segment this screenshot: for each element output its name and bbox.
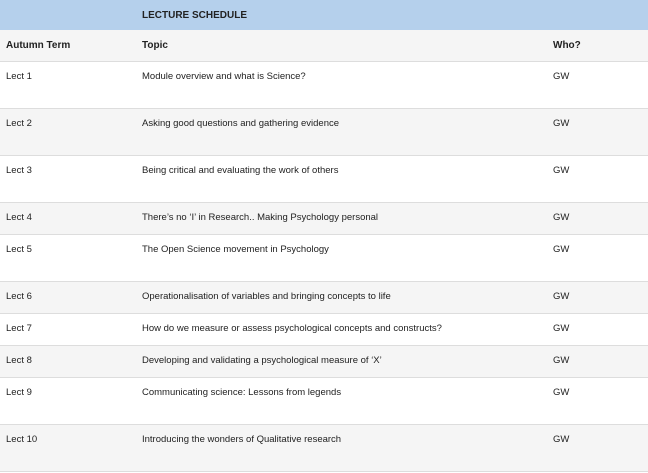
lecture-cell: Lect 1 [0, 61, 136, 109]
topic-cell: Asking good questions and gathering evid… [136, 108, 547, 156]
topic-cell: Communicating science: Lessons from lege… [136, 377, 547, 425]
who-cell: GW [547, 202, 648, 235]
lecture-cell: Lect 9 [0, 377, 136, 425]
schedule-title: LECTURE SCHEDULE [136, 0, 648, 30]
lecture-cell: Lect 2 [0, 108, 136, 156]
title-spacer [0, 0, 136, 30]
who-cell: GW [547, 108, 648, 156]
table-row: Lect 4 There’s no ‘I’ in Research.. Maki… [0, 202, 648, 235]
who-cell: GW [547, 424, 648, 472]
who-cell: GW [547, 281, 648, 314]
table-row: Lect 6 Operationalisation of variables a… [0, 281, 648, 314]
topic-cell: Operationalisation of variables and brin… [136, 281, 547, 314]
topic-cell: Module overview and what is Science? [136, 61, 547, 109]
lecture-schedule-table: LECTURE SCHEDULE Autumn Term Topic Who? … [0, 0, 648, 472]
column-header-row: Autumn Term Topic Who? [0, 30, 648, 62]
column-header-topic: Topic [136, 30, 547, 62]
who-cell: GW [547, 313, 648, 346]
schedule-title-row: LECTURE SCHEDULE [0, 0, 648, 30]
table-row: Lect 5 The Open Science movement in Psyc… [0, 234, 648, 282]
who-cell: GW [547, 61, 648, 109]
topic-cell: Developing and validating a psychologica… [136, 345, 547, 378]
table-row: Lect 7 How do we measure or assess psych… [0, 313, 648, 346]
topic-cell: There’s no ‘I’ in Research.. Making Psyc… [136, 202, 547, 235]
lecture-cell: Lect 10 [0, 424, 136, 472]
column-header-term: Autumn Term [0, 30, 136, 62]
table-row: Lect 9 Communicating science: Lessons fr… [0, 377, 648, 425]
topic-cell: Introducing the wonders of Qualitative r… [136, 424, 547, 472]
table-row: Lect 2 Asking good questions and gatheri… [0, 108, 648, 156]
lecture-cell: Lect 6 [0, 281, 136, 314]
lecture-cell: Lect 8 [0, 345, 136, 378]
table-row: Lect 10 Introducing the wonders of Quali… [0, 424, 648, 472]
who-cell: GW [547, 345, 648, 378]
lecture-cell: Lect 5 [0, 234, 136, 282]
lecture-cell: Lect 3 [0, 155, 136, 203]
who-cell: GW [547, 155, 648, 203]
table-row: Lect 3 Being critical and evaluating the… [0, 155, 648, 203]
table-row: Lect 1 Module overview and what is Scien… [0, 61, 648, 109]
who-cell: GW [547, 377, 648, 425]
who-cell: GW [547, 234, 648, 282]
lecture-cell: Lect 4 [0, 202, 136, 235]
topic-cell: The Open Science movement in Psychology [136, 234, 547, 282]
topic-cell: How do we measure or assess psychologica… [136, 313, 547, 346]
lecture-cell: Lect 7 [0, 313, 136, 346]
column-header-who: Who? [547, 30, 648, 62]
table-row: Lect 8 Developing and validating a psych… [0, 345, 648, 378]
topic-cell: Being critical and evaluating the work o… [136, 155, 547, 203]
